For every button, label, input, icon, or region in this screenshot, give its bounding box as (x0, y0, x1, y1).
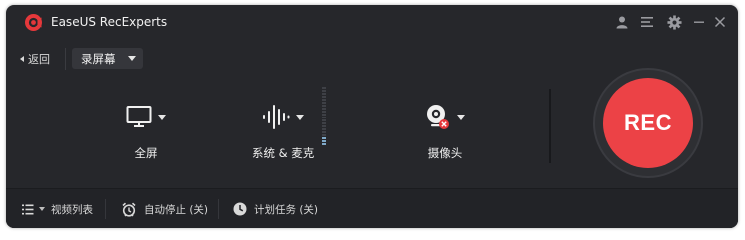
audio-source-label: 系统 & 麦克 (252, 146, 315, 160)
chevron-down-icon (158, 114, 166, 120)
screen-source-label: 全屏 (134, 146, 158, 160)
close-icon[interactable] (712, 14, 728, 30)
alarm-clock-icon (122, 202, 136, 217)
schedule-task-label: 计划任务 (关) (254, 203, 319, 216)
audio-level-segment (322, 89, 326, 92)
audio-level-segment (322, 113, 326, 116)
bottom-bar: 视频列表 自动停止 (关) 计划任务 (关) (6, 189, 738, 228)
audio-level-segment (322, 128, 326, 131)
audio-level-segment (322, 104, 326, 107)
audio-level-segment (322, 143, 326, 146)
auto-stop-button[interactable]: 自动停止 (关) (122, 201, 208, 217)
camera-source-label: 摄像头 (427, 146, 463, 160)
audio-level-segment (322, 87, 326, 89)
audio-level-segment (322, 119, 326, 122)
back-button[interactable]: 返回 (20, 51, 50, 67)
gear-icon[interactable] (666, 14, 682, 30)
clock-icon (233, 202, 247, 216)
divider (218, 199, 219, 219)
title-bar: EaseUS RecExperts (6, 5, 738, 39)
audio-level-segment (322, 131, 326, 134)
audio-level-segment (322, 92, 326, 95)
camera-source-selector[interactable]: 摄像头 (425, 103, 465, 161)
audio-level-segment (322, 122, 326, 125)
record-mode-value: 录屏幕 (81, 51, 116, 66)
divider (549, 89, 551, 163)
list-icon (22, 204, 36, 215)
toolbar: 返回 录屏幕 (6, 43, 738, 75)
chevron-down-icon (457, 114, 465, 120)
back-arrow-icon (20, 56, 24, 62)
rec-button[interactable]: REC (603, 78, 693, 168)
hamburger-menu-icon[interactable] (639, 14, 655, 30)
audio-level-segment (322, 125, 326, 128)
audio-waveform-icon (262, 104, 290, 130)
app-title: EaseUS RecExperts (51, 15, 168, 29)
user-icon[interactable] (614, 14, 630, 30)
audio-level-segment (322, 116, 326, 119)
record-mode-dropdown[interactable]: 录屏幕 (72, 48, 143, 69)
minimize-icon[interactable] (691, 14, 707, 30)
divider (105, 199, 106, 219)
chevron-down-icon (296, 114, 305, 120)
audio-level-segment (322, 95, 326, 98)
audio-level-segment (322, 140, 326, 143)
webcam-off-icon (425, 103, 451, 131)
rec-button-ring: REC (595, 70, 701, 176)
audio-level-segment (322, 137, 326, 140)
app-logo-icon (25, 14, 42, 31)
audio-level-segment (322, 134, 326, 137)
audio-level-segment (322, 101, 326, 104)
screen-source-selector[interactable]: 全屏 (126, 103, 166, 161)
chevron-down-icon (39, 207, 45, 211)
audio-source-selector[interactable]: 系统 & 麦克 (252, 103, 314, 161)
toolbar-divider (65, 48, 66, 70)
back-label: 返回 (28, 53, 50, 66)
video-list-button[interactable]: 视频列表 (22, 201, 93, 217)
monitor-icon (126, 105, 152, 129)
video-list-label: 视频列表 (51, 203, 93, 216)
audio-level-segment (322, 110, 326, 113)
audio-level-segment (322, 98, 326, 101)
chevron-down-icon (128, 56, 136, 61)
schedule-task-button[interactable]: 计划任务 (关) (233, 201, 318, 217)
recorder-window: EaseUS RecExperts 返回 录屏幕 全屏 系统 & 麦克 摄像头 … (6, 5, 738, 228)
audio-level-meter (322, 87, 326, 146)
auto-stop-label: 自动停止 (关) (144, 203, 209, 216)
audio-level-segment (322, 107, 326, 110)
